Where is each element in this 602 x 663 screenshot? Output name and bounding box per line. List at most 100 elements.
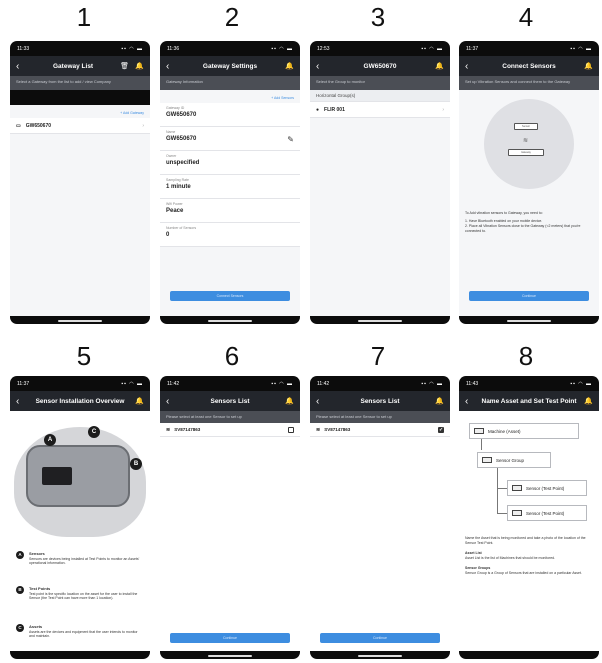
add-gateway-link[interactable]: + Add Gateway xyxy=(10,105,150,118)
step-number-3: 3 xyxy=(370,2,386,32)
nav-bar: ‹ Sensors List 🔔 xyxy=(160,391,300,411)
page-title: Connect Sensors xyxy=(502,62,556,70)
subtitle-bar: Select the Group to monitor xyxy=(310,76,450,90)
bell-icon[interactable]: 🔔 xyxy=(583,62,593,70)
phone-screen-gateway-list: 11:33 ▪▪ ◠ ▬ ‹ Gateway List 🗑 🔔 Select a … xyxy=(10,41,150,324)
legend-assets: C Assets Assets are the devices and equi… xyxy=(16,624,144,639)
continue-button[interactable]: Continue xyxy=(170,633,290,643)
page-title: Sensors List xyxy=(210,397,250,405)
nav-bar: ‹ Gateway Settings 🔔 xyxy=(160,56,300,76)
content-area xyxy=(459,411,599,651)
phone-screen-connect-sensors: 11:37 ▪▪ ◠ ▬ ‹ Connect Sensors 🔔 Set up V… xyxy=(459,41,599,324)
sensor-checkbox-checked[interactable]: ✓ xyxy=(438,426,444,433)
home-indicator xyxy=(58,320,102,322)
tree-machine-asset: Machine (Asset) xyxy=(469,423,579,439)
trash-icon[interactable]: 🗑 xyxy=(120,62,129,70)
nav-bar: ‹ Sensor Installation Overview 🔔 xyxy=(10,391,150,411)
sensor-checkbox[interactable] xyxy=(288,426,294,433)
back-icon[interactable]: ‹ xyxy=(166,61,176,72)
group-row[interactable]: ● FLIR 001 › xyxy=(310,102,450,118)
bell-alert-icon[interactable]: 🔔 xyxy=(434,62,444,70)
step-number-8: 8 xyxy=(518,341,534,371)
phone-screen-sensors-list-unchecked: 11:42 ▪▪ ◠ ▬ ‹ Sensors List 🔔 Please sele… xyxy=(160,376,300,659)
sensor-device-illustration: Sensor xyxy=(514,123,538,130)
wifi-icon: ≋ xyxy=(166,426,171,433)
gateway-id-field: Gateway ID GW650670 xyxy=(160,103,300,127)
group-icon: ● xyxy=(316,106,320,113)
bell-icon[interactable]: 🔔 xyxy=(134,397,144,405)
instructions-text: Name the Asset that is being monitored a… xyxy=(465,536,586,576)
group-name: FLIR 001 xyxy=(324,106,345,113)
pin-a: A xyxy=(44,434,56,446)
status-bar: 11:42 ▪▪ ◠ ▬ xyxy=(317,380,443,387)
phone-screen-sensors-list-checked: 11:42 ▪▪ ◠ ▬ ‹ Sensors List 🔔 Please sele… xyxy=(310,376,450,659)
connect-sensors-button[interactable]: Connect Sensors xyxy=(170,291,290,301)
back-icon[interactable]: ‹ xyxy=(316,396,326,407)
step-number-4: 4 xyxy=(518,2,534,32)
status-bar: 11:42 ▪▪ ◠ ▬ xyxy=(167,380,293,387)
back-icon[interactable]: ‹ xyxy=(465,396,475,407)
page-title: Sensor Installation Overview xyxy=(35,397,125,405)
tree-connector xyxy=(497,488,507,489)
add-sensors-link[interactable]: + Add Sensors xyxy=(160,90,300,103)
bell-icon[interactable]: 🔔 xyxy=(284,397,294,405)
back-icon[interactable]: ‹ xyxy=(465,61,475,72)
sensor-id: SV87147863 xyxy=(174,427,201,432)
nav-bar: ‹ Name Asset and Set Test Point 🔔 xyxy=(459,391,599,411)
bell-icon[interactable]: 🔔 xyxy=(583,397,593,405)
router-icon: ▭ xyxy=(16,122,21,129)
page-title: Gateway List xyxy=(53,62,94,70)
sampling-rate-field[interactable]: Sampling Rate 1 minute xyxy=(160,175,300,199)
home-indicator xyxy=(507,320,551,322)
status-bar: 12:53 ▪▪ ◠ ▬ xyxy=(317,45,443,52)
phone-screen-sensor-installation: 11:37 ▪▪ ◠ ▬ ‹ Sensor Installation Overvi… xyxy=(10,376,150,659)
chevron-right-icon: › xyxy=(142,122,144,129)
content-area: + Add Sensors Gateway ID GW650670 Name GW6… xyxy=(160,90,300,316)
back-icon[interactable]: ‹ xyxy=(316,61,326,72)
wifi-power-field[interactable]: Wifi Power Peace xyxy=(160,199,300,223)
chevron-right-icon: › xyxy=(442,106,444,113)
owner-field: Owner unspecified xyxy=(160,151,300,175)
page-title: Sensors List xyxy=(360,397,400,405)
legend-sensors: A Sensors Sensors are devices being inst… xyxy=(16,551,144,566)
home-indicator xyxy=(358,655,402,657)
home-indicator xyxy=(208,320,252,322)
phone-screen-gateway-settings: 11:36 ▪▪ ◠ ▬ ‹ Gateway Settings 🔔 Gateway… xyxy=(160,41,300,324)
back-icon[interactable]: ‹ xyxy=(16,61,26,72)
continue-button[interactable]: Continue xyxy=(469,291,589,301)
subtitle-bar: Please select at least one Sensor to set… xyxy=(160,411,300,423)
name-field[interactable]: Name GW650670 ✎ xyxy=(160,127,300,151)
sensor-illustration xyxy=(42,467,72,485)
content-area: ≋ SV87147863 ✓ xyxy=(310,423,450,651)
subtitle-bar: Select a Gateway from the list to add / … xyxy=(10,76,150,90)
tree-connector xyxy=(497,513,507,514)
number-of-sensors-field: Number of Sensors 0 xyxy=(160,223,300,247)
phone-screen-name-asset: 11:43 ▪▪ ◠ ▬ ‹ Name Asset and Set Test Po… xyxy=(459,376,599,659)
bell-icon[interactable]: 🔔 xyxy=(284,62,294,70)
sensor-row[interactable]: ≋ SV87147863 xyxy=(160,423,300,437)
tree-sensor-group: Sensor Group xyxy=(477,452,551,468)
step-number-2: 2 xyxy=(224,2,240,32)
content-area: + Add Gateway ▭ GW650670 › xyxy=(10,105,150,316)
status-bar: 11:43 ▪▪ ◠ ▬ xyxy=(466,380,592,387)
gateway-row[interactable]: ▭ GW650670 › xyxy=(10,118,150,134)
tree-connector xyxy=(481,438,482,450)
tree-sensor-test-point: Sensor (Test Point) xyxy=(507,505,587,521)
home-indicator xyxy=(208,655,252,657)
status-bar: 11:37 ▪▪ ◠ ▬ xyxy=(17,380,143,387)
back-icon[interactable]: ‹ xyxy=(166,396,176,407)
gateway-name: GW650670 xyxy=(25,122,52,129)
bell-icon[interactable]: 🔔 xyxy=(134,62,144,70)
instructions-text: To Add vibration sensors to Gateway, you… xyxy=(465,211,581,234)
nav-bar: ‹ Sensors List 🔔 xyxy=(310,391,450,411)
pencil-icon[interactable]: ✎ xyxy=(287,135,294,144)
subtitle-bar: Set up Vibration Sensors and connect the… xyxy=(459,76,599,90)
status-bar: 11:36 ▪▪ ◠ ▬ xyxy=(167,45,293,52)
continue-button[interactable]: Continue xyxy=(320,633,440,643)
status-bar: 11:37 ▪▪ ◠ ▬ xyxy=(466,45,592,52)
sensor-row[interactable]: ≋ SV87147863 ✓ xyxy=(310,423,450,437)
page-title: Gateway Settings xyxy=(202,62,258,70)
group-header: Horizontal Group(s) xyxy=(310,90,450,102)
back-icon[interactable]: ‹ xyxy=(16,396,26,407)
bell-icon[interactable]: 🔔 xyxy=(434,397,444,405)
